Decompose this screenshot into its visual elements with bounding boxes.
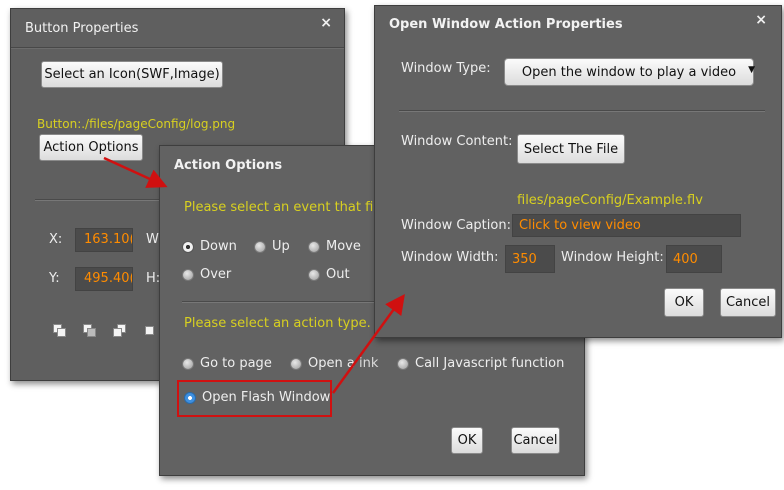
radio-dot-icon — [182, 357, 194, 370]
window-type-value: Open the window to play a video — [521, 64, 737, 80]
action-radio-open-link[interactable]: Open a ink — [290, 356, 378, 371]
action-options-button[interactable]: Action Options — [39, 134, 143, 161]
action-label-open-link: Open a ink — [308, 356, 379, 371]
window-cancel-button[interactable]: Cancel — [720, 288, 776, 317]
radio-dot-icon — [308, 240, 320, 253]
radio-dot-icon — [397, 357, 409, 370]
window-width-label: Window Width: — [401, 250, 499, 265]
action-options-title: Action Options — [174, 158, 283, 173]
section-divider — [35, 199, 165, 201]
action-label-open-flash-window: Open Flash Window — [202, 390, 331, 405]
select-icon-button[interactable]: Select an Icon(SWF,Image) — [41, 61, 223, 88]
action-ok-button[interactable]: OK — [451, 427, 483, 454]
window-type-label: Window Type: — [401, 61, 491, 76]
event-radio-out[interactable]: Out — [308, 267, 350, 282]
title-divider — [11, 47, 344, 49]
window-height-label: Window Height: — [561, 250, 664, 265]
window-type-select[interactable]: Open the window to play a video ▼ — [504, 58, 755, 86]
action-label-go-to-page: Go to page — [200, 356, 272, 371]
y-field[interactable]: 495.40( — [75, 267, 133, 291]
w-label: W — [146, 232, 159, 247]
chevron-down-icon: ▼ — [748, 65, 755, 75]
action-label-call-javascript: Call Javascript function — [415, 356, 565, 371]
event-label-out: Out — [326, 267, 350, 282]
align-icon-2[interactable] — [83, 324, 96, 337]
action-radio-open-flash-window[interactable]: Open Flash Window — [184, 390, 330, 405]
radio-dot-icon — [182, 240, 194, 253]
align-icon-1[interactable] — [53, 324, 66, 337]
window-divider — [399, 110, 765, 112]
icon-path-label: Button:./files/pageConfig/log.png — [37, 117, 236, 131]
event-radio-down[interactable]: Down — [182, 239, 237, 254]
radio-dot-icon — [182, 268, 194, 281]
select-file-button[interactable]: Select The File — [517, 134, 625, 164]
align-icon-3[interactable] — [113, 324, 126, 337]
window-caption-label: Window Caption: — [401, 218, 511, 233]
radio-dot-icon — [254, 240, 266, 253]
y-label: Y: — [49, 271, 60, 286]
event-label-down: Down — [200, 239, 237, 254]
action-radio-go-to-page[interactable]: Go to page — [182, 356, 272, 371]
action-radio-call-javascript[interactable]: Call Javascript function — [397, 356, 564, 371]
window-caption-field[interactable]: Click to view video — [512, 214, 741, 237]
close-icon[interactable]: × — [755, 12, 767, 28]
event-radio-up[interactable]: Up — [254, 239, 290, 254]
window-content-label: Window Content: — [401, 134, 513, 149]
window-height-field[interactable]: 400 — [666, 245, 722, 273]
radio-dot-icon — [184, 391, 196, 404]
event-label-move: Move — [326, 239, 361, 254]
x-field[interactable]: 163.10( — [75, 228, 133, 252]
window-width-field[interactable]: 350 — [505, 245, 555, 273]
event-label-over: Over — [200, 267, 232, 282]
action-cancel-button[interactable]: Cancel — [511, 427, 560, 454]
window-properties-title: Open Window Action Properties — [389, 17, 623, 32]
window-ok-button[interactable]: OK — [664, 288, 704, 317]
file-path-label: files/pageConfig/Example.flv — [517, 193, 703, 208]
radio-dot-icon — [308, 268, 320, 281]
event-radio-over[interactable]: Over — [182, 267, 231, 282]
x-label: X: — [49, 232, 63, 247]
action-divider — [182, 301, 382, 303]
close-icon[interactable]: × — [320, 15, 332, 31]
align-icon-4[interactable] — [143, 324, 155, 336]
button-properties-title: Button Properties — [25, 21, 139, 36]
window-properties-panel: Open Window Action Properties × Window T… — [374, 5, 782, 338]
radio-dot-icon — [290, 357, 302, 370]
event-label-up: Up — [272, 239, 290, 254]
event-radio-move[interactable]: Move — [308, 239, 361, 254]
event-prompt: Please select an event that fir — [184, 200, 379, 215]
action-prompt: Please select an action type. — [184, 316, 371, 331]
